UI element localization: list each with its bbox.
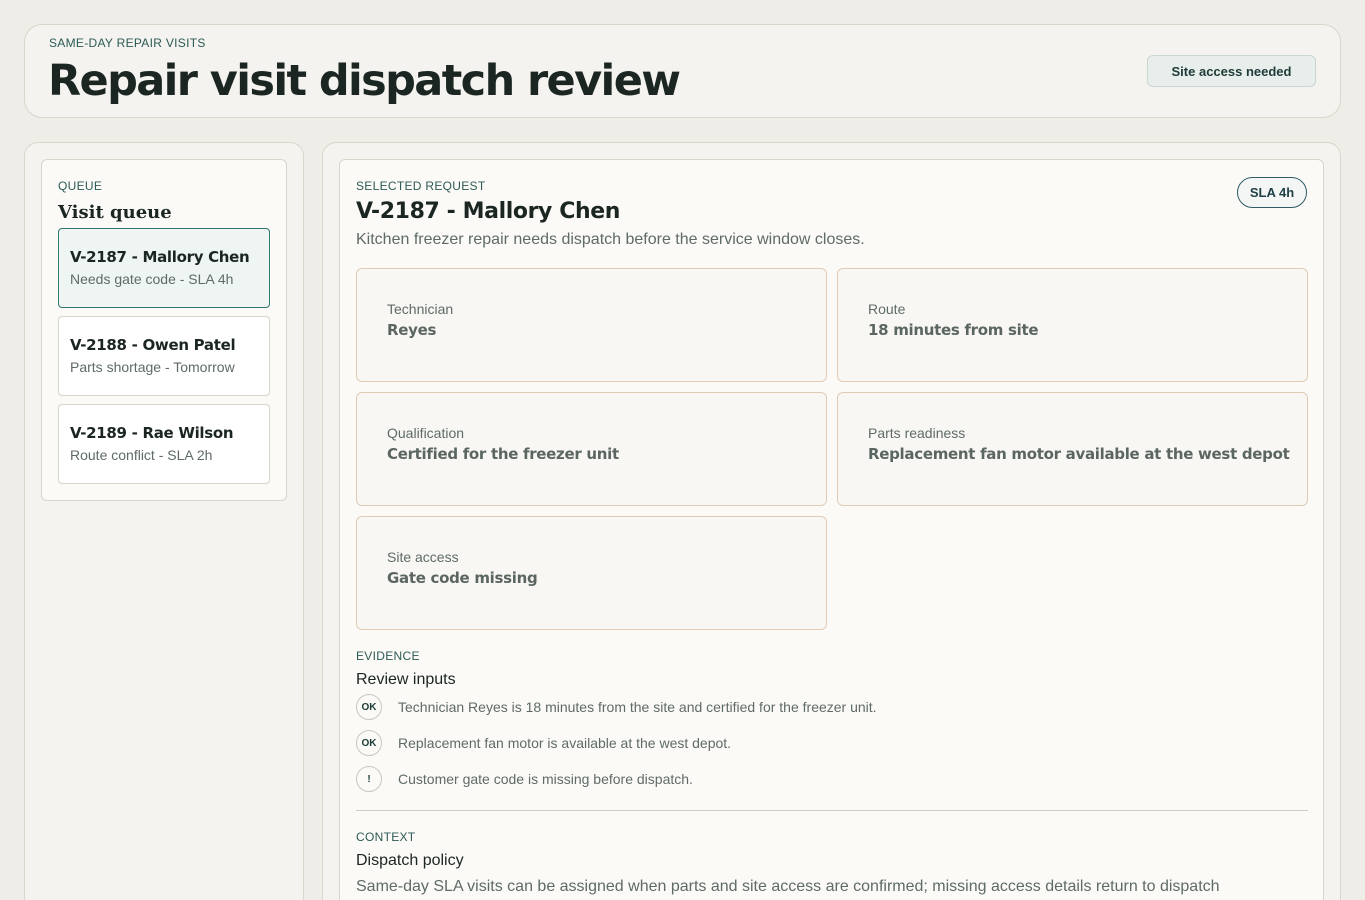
evidence-title: Review inputs xyxy=(356,671,456,688)
queue-item-title: V-2187 - Mallory Chen xyxy=(70,248,250,266)
fact-value: Gate code missing xyxy=(387,569,538,587)
evidence-item: ! Customer gate code is missing before d… xyxy=(356,766,693,792)
page-header: SAME-DAY REPAIR VISITS Repair visit disp… xyxy=(24,24,1341,118)
evidence-text: Customer gate code is missing before dis… xyxy=(398,771,693,787)
queue-card: QUEUE Visit queue V-2187 - Mallory Chen … xyxy=(41,159,287,501)
queue-item-title: V-2189 - Rae Wilson xyxy=(70,424,234,442)
fact-value: Reyes xyxy=(387,321,437,339)
evidence-text: Replacement fan motor is available at th… xyxy=(398,735,732,751)
queue-panel: QUEUE Visit queue V-2187 - Mallory Chen … xyxy=(24,142,304,900)
selected-request-card: SELECTED REQUEST V-2187 - Mallory Chen K… xyxy=(339,159,1324,900)
fact-label: Site access xyxy=(387,549,459,565)
sla-badge: SLA 4h xyxy=(1237,177,1307,208)
queue-item-title: V-2188 - Owen Patel xyxy=(70,336,236,354)
evidence-eyebrow: EVIDENCE xyxy=(356,649,420,663)
fact-route: Route 18 minutes from site xyxy=(837,268,1308,382)
fact-label: Qualification xyxy=(387,425,465,441)
fact-site-access: Site access Gate code missing xyxy=(356,516,827,630)
section-divider xyxy=(356,810,1308,811)
queue-item-v2189[interactable]: V-2189 - Rae Wilson Route conflict - SLA… xyxy=(58,404,270,484)
context-title: Dispatch policy xyxy=(356,852,464,869)
header-eyebrow: SAME-DAY REPAIR VISITS xyxy=(49,36,206,50)
queue-item-subtitle: Route conflict - SLA 2h xyxy=(70,447,213,463)
evidence-text: Technician Reyes is 18 minutes from the … xyxy=(398,699,877,715)
fact-label: Route xyxy=(868,301,906,317)
context-text: Same-day SLA visits can be assigned when… xyxy=(356,878,1220,895)
request-description: Kitchen freezer repair needs dispatch be… xyxy=(356,231,865,248)
fact-technician: Technician Reyes xyxy=(356,268,827,382)
evidence-item: OK Replacement fan motor is available at… xyxy=(356,730,731,756)
queue-item-subtitle: Needs gate code - SLA 4h xyxy=(70,271,234,287)
queue-item-v2188[interactable]: V-2188 - Owen Patel Parts shortage - Tom… xyxy=(58,316,270,396)
context-eyebrow: CONTEXT xyxy=(356,830,416,844)
queue-title: Visit queue xyxy=(58,202,172,223)
page-title: Repair visit dispatch review xyxy=(48,56,681,106)
queue-item-v2187[interactable]: V-2187 - Mallory Chen Needs gate code - … xyxy=(58,228,270,308)
check-badge-icon: OK xyxy=(356,694,382,720)
fact-value: Certified for the freezer unit xyxy=(387,445,619,463)
check-badge-icon: OK xyxy=(356,730,382,756)
fact-value: Replacement fan motor available at the w… xyxy=(868,445,1290,463)
queue-eyebrow: QUEUE xyxy=(58,179,103,193)
selected-request-eyebrow: SELECTED REQUEST xyxy=(356,179,486,193)
fact-qualification: Qualification Certified for the freezer … xyxy=(356,392,827,506)
queue-item-subtitle: Parts shortage - Tomorrow xyxy=(70,359,235,375)
evidence-item: OK Technician Reyes is 18 minutes from t… xyxy=(356,694,877,720)
fact-label: Parts readiness xyxy=(868,425,966,441)
site-access-status-badge: Site access needed xyxy=(1147,55,1316,87)
fact-label: Technician xyxy=(387,301,454,317)
fact-parts-readiness: Parts readiness Replacement fan motor av… xyxy=(837,392,1308,506)
detail-panel: SELECTED REQUEST V-2187 - Mallory Chen K… xyxy=(322,142,1341,900)
warning-badge-icon: ! xyxy=(356,766,382,792)
fact-value: 18 minutes from site xyxy=(868,321,1039,339)
request-title: V-2187 - Mallory Chen xyxy=(356,199,621,224)
